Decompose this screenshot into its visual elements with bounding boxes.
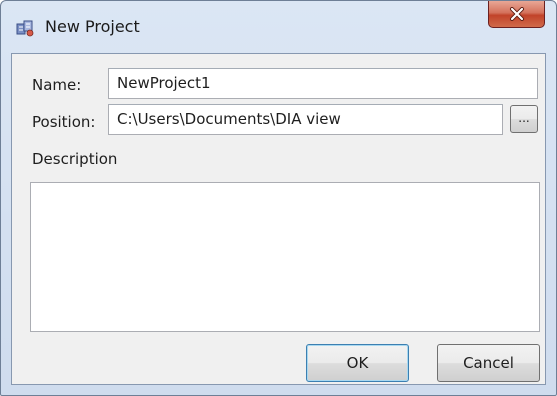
close-icon	[510, 7, 524, 21]
new-project-dialog: New Project Name: NewProject1 Position: …	[0, 0, 557, 396]
ok-button[interactable]: OK	[306, 344, 409, 382]
name-field[interactable]: NewProject1	[108, 68, 538, 99]
dialog-client-area: Name: NewProject1 Position: C:\Users\Doc…	[11, 53, 546, 385]
position-field[interactable]: C:\Users\Documents\DIA view	[108, 104, 503, 135]
description-label: Description	[32, 150, 118, 168]
project-icon	[15, 18, 35, 38]
description-textarea[interactable]	[30, 182, 540, 332]
name-label: Name:	[32, 76, 82, 94]
title-bar[interactable]: New Project	[1, 1, 556, 53]
browse-button[interactable]: ...	[510, 105, 538, 133]
position-label: Position:	[32, 113, 96, 131]
close-button[interactable]	[488, 1, 545, 28]
cancel-button[interactable]: Cancel	[437, 344, 540, 382]
window-title: New Project	[45, 17, 140, 36]
